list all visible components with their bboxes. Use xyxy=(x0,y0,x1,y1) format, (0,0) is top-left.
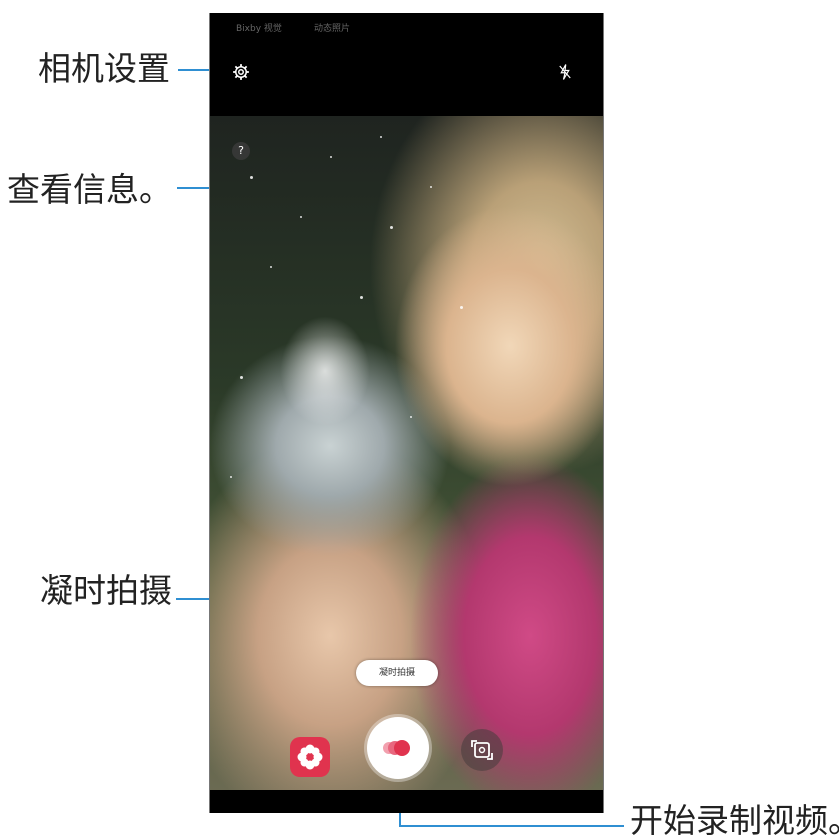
status-left-text: Bixby 视觉 xyxy=(236,24,282,34)
hyperlapse-record-icon xyxy=(383,740,410,756)
camera-top-bar: Bixby 视觉 动态照片 xyxy=(210,13,603,116)
record-button[interactable] xyxy=(367,717,429,779)
callout-hyperlapse: 凝时拍摄 xyxy=(40,571,172,610)
water-drop xyxy=(410,416,412,418)
phone-screen: Bixby 视觉 动态照片 ? 凝时拍摄 xyxy=(209,13,604,813)
water-drop xyxy=(250,176,253,179)
water-drop xyxy=(360,296,363,299)
water-drop xyxy=(230,476,232,478)
water-drop xyxy=(270,266,272,268)
gear-icon[interactable] xyxy=(232,63,250,81)
switch-camera-icon xyxy=(471,740,493,760)
water-drop xyxy=(330,156,332,158)
callout-line-record-h xyxy=(399,825,624,827)
mode-pill-label: 凝时拍摄 xyxy=(378,668,415,678)
water-drop xyxy=(390,226,393,229)
callout-start-recording: 开始录制视频。 xyxy=(630,801,839,840)
flower-icon xyxy=(297,744,323,770)
effects-button[interactable] xyxy=(290,737,330,777)
status-right-text: 动态照片 xyxy=(314,24,351,34)
water-drop xyxy=(380,136,382,138)
camera-bottom-bar xyxy=(210,790,603,813)
flash-off-icon[interactable] xyxy=(557,63,573,81)
question-icon[interactable]: ? xyxy=(232,142,250,160)
water-drop xyxy=(430,186,432,188)
callout-view-info: 查看信息。 xyxy=(7,170,172,209)
water-drop xyxy=(240,376,243,379)
hyperlapse-mode-button[interactable]: 凝时拍摄 xyxy=(356,660,438,686)
switch-camera-button[interactable] xyxy=(461,729,503,771)
water-drop xyxy=(300,216,302,218)
camera-viewfinder[interactable]: ? xyxy=(210,116,603,790)
callout-camera-settings: 相机设置 xyxy=(38,49,170,88)
water-splash xyxy=(280,316,370,426)
water-drop xyxy=(460,306,463,309)
